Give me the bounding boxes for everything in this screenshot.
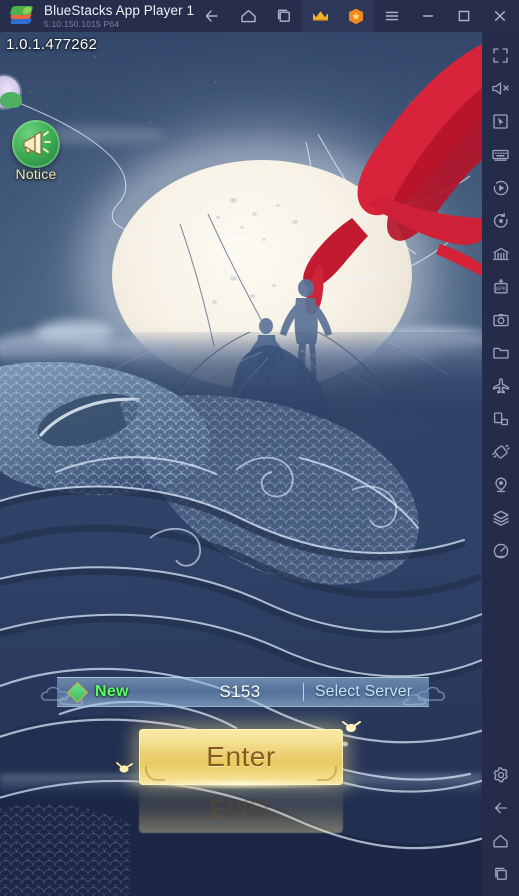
gear-icon — [493, 766, 508, 782]
notice-button[interactable]: Notice — [12, 120, 60, 182]
airplane-icon — [492, 377, 509, 393]
firefly-sparkle — [342, 721, 361, 732]
sidebar-item-rotate-screen[interactable] — [482, 402, 519, 435]
menu-button[interactable] — [374, 0, 410, 32]
title-bar: BlueStacks App Player 1 5.10.150.1015 P6… — [0, 0, 519, 32]
cursor-pointer-icon — [493, 114, 508, 129]
sidebar-item-eco-mode[interactable] — [482, 369, 519, 402]
hexagon-star-icon — [348, 8, 364, 25]
close-button[interactable] — [482, 0, 518, 32]
enter-reflection-label: Enter — [209, 794, 273, 824]
green-diamond-icon — [66, 681, 89, 703]
speedometer-icon — [493, 543, 508, 558]
nav-tabs-button[interactable] — [266, 0, 302, 32]
maximize-icon — [458, 10, 470, 22]
sidebar-item-tilt-control[interactable] — [482, 435, 519, 468]
multi-instance-icon — [492, 247, 509, 260]
tilt-icon — [491, 444, 510, 459]
sidebar-item-media-manager[interactable] — [482, 336, 519, 369]
home-icon — [493, 834, 508, 847]
sidebar-item-cursor-control[interactable] — [482, 105, 519, 138]
new-server-badge: New — [57, 681, 177, 703]
notice-icon-circle — [12, 120, 60, 168]
minimize-icon — [423, 15, 434, 17]
keyboard-icon — [492, 149, 509, 161]
window-title-block: BlueStacks App Player 1 5.10.150.1015 P6… — [44, 4, 194, 29]
camera-icon — [492, 313, 509, 326]
sidebar-item-layers[interactable] — [482, 501, 519, 534]
sidebar-item-script[interactable] — [482, 204, 519, 237]
play-circle-icon — [493, 180, 508, 195]
folder-icon — [492, 347, 509, 359]
maximize-button[interactable] — [446, 0, 482, 32]
megaphone-icon — [23, 131, 51, 156]
sidebar-item-multi-instance[interactable] — [482, 237, 519, 270]
sidebar-item-screenshot[interactable] — [482, 303, 519, 336]
copy-window-icon — [278, 9, 291, 22]
sidebar-item-fullscreen[interactable] — [482, 39, 519, 72]
points-button[interactable] — [338, 0, 375, 32]
sidebar-item-settings[interactable] — [482, 758, 519, 791]
notice-label: Notice — [15, 166, 57, 182]
sidebar-item-android-back[interactable] — [482, 791, 519, 824]
sidebar-item-android-home[interactable] — [482, 824, 519, 857]
sidebar-item-location[interactable] — [482, 468, 519, 501]
enter-button[interactable]: Enter — [139, 729, 343, 785]
app-version: 5.10.150.1015 P64 — [44, 18, 120, 29]
layers-icon — [492, 510, 509, 526]
nav-home-button[interactable] — [230, 0, 266, 32]
close-icon — [495, 10, 506, 22]
new-badge-label: New — [95, 683, 129, 700]
refresh-circle-icon — [493, 212, 508, 228]
enter-button-area: Enter Enter — [125, 729, 357, 833]
game-viewport[interactable]: 1.0.1.477262 Notice New S153 Select Serv… — [0, 32, 482, 896]
arrow-left-icon — [494, 802, 507, 813]
enter-button-label: Enter — [206, 741, 276, 772]
recent-apps-icon — [494, 867, 507, 880]
bluestacks-window: BlueStacks App Player 1 5.10.150.1015 P6… — [0, 0, 519, 896]
sidebar-bottom-group — [482, 758, 519, 890]
sidebar-item-game-controls[interactable] — [482, 138, 519, 171]
minimize-button[interactable] — [410, 0, 446, 32]
app-title: BlueStacks App Player 1 — [44, 2, 195, 18]
svg-text:APK: APK — [495, 286, 506, 292]
current-server-name: S153 — [219, 682, 261, 701]
bluestacks-logo-icon — [9, 5, 35, 27]
sidebar-item-install-apk[interactable]: APK — [482, 270, 519, 303]
speaker-mute-icon — [492, 82, 509, 95]
sidebar-item-recent-apps[interactable] — [482, 857, 519, 890]
fullscreen-icon — [493, 48, 508, 63]
sidebar-item-mute[interactable] — [482, 72, 519, 105]
location-pin-icon — [494, 477, 507, 492]
sidebar-item-performance[interactable] — [482, 534, 519, 567]
hamburger-menu-icon — [385, 11, 399, 21]
server-selection-bar[interactable]: New S153 Select Server — [57, 677, 429, 707]
home-icon — [240, 9, 256, 23]
nav-back-button[interactable] — [194, 0, 230, 32]
firefly-sparkle — [116, 762, 133, 773]
rotate-device-icon — [493, 411, 508, 425]
bluestacks-tool-sidebar: APK — [482, 32, 519, 896]
select-server-button[interactable]: Select Server — [303, 683, 429, 701]
sidebar-top-group: APK — [482, 32, 519, 567]
premium-button[interactable] — [302, 0, 339, 32]
crown-icon — [312, 10, 329, 22]
sidebar-item-macro-recorder[interactable] — [482, 171, 519, 204]
apk-install-icon: APK — [493, 278, 508, 293]
game-version-label: 1.0.1.477262 — [6, 36, 98, 53]
arrow-left-icon — [205, 10, 218, 22]
firefly-sparkle — [342, 741, 348, 747]
